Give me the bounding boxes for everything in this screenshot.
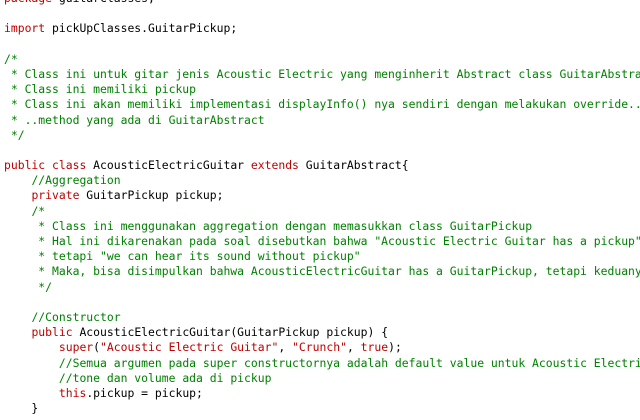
keyword-token: class	[52, 158, 87, 173]
code-line[interactable]: * Maka, bisa disimpulkan bahwa AcousticE…	[0, 264, 640, 279]
text-token: GuitarAbstract{	[298, 158, 409, 173]
text-token: AcousticElectricGuitar(GuitarPickup pick…	[72, 325, 389, 340]
text-token: guitarClasses;	[52, 0, 155, 5]
code-line[interactable]: * Class ini untuk gitar jenis Acoustic E…	[0, 67, 640, 82]
code-line[interactable]: * tetapi "we can hear its sound without …	[0, 249, 640, 264]
comment-token: * Class ini akan memiliki implementasi d…	[4, 97, 640, 112]
comment-token: * Maka, bisa disimpulkan bahwa AcousticE…	[4, 264, 640, 279]
comment-token: /*	[4, 51, 18, 66]
comment-token: //Aggregation	[31, 173, 121, 188]
code-line[interactable]: */	[0, 128, 640, 143]
code-line[interactable]: import pickUpClasses.GuitarPickup;	[0, 21, 640, 36]
comment-token: * ..method yang ada di GuitarAbstract	[4, 112, 265, 127]
code-line[interactable]: */	[0, 280, 640, 295]
text-token: }	[4, 401, 39, 416]
keyword-token: package	[4, 0, 52, 5]
code-line[interactable]: /*	[0, 204, 640, 219]
code-line[interactable]: ​	[0, 143, 640, 158]
comment-token: //Semua argumen pada super constructorny…	[58, 355, 640, 370]
comment-token: */	[4, 127, 25, 142]
code-line[interactable]: /*	[0, 52, 640, 67]
code-line[interactable]: * Hal ini dikarenakan pada soal disebutk…	[0, 234, 640, 249]
text-token: (	[93, 340, 101, 355]
code-line[interactable]: //Aggregation	[0, 173, 640, 188]
code-line[interactable]: super("Acoustic Electric Guitar", "Crunc…	[0, 340, 640, 355]
code-line[interactable]: ​	[0, 37, 640, 52]
code-line[interactable]: * Class ini menggunakan aggregation deng…	[0, 219, 640, 234]
text-token: GuitarPickup pickup;	[79, 188, 224, 203]
comment-token: * Class ini untuk gitar jenis Acoustic E…	[4, 66, 640, 81]
text-token: );	[388, 340, 402, 355]
string-token: "Crunch"	[292, 340, 347, 355]
code-line[interactable]: * Class ini memiliki pickup	[0, 82, 640, 97]
keyword-token: extends	[250, 158, 299, 173]
code-line[interactable]: * ..method yang ada di GuitarAbstract	[0, 113, 640, 128]
text-token: ,	[278, 340, 293, 355]
code-line[interactable]: //Semua argumen pada super constructorny…	[0, 356, 640, 371]
keyword-token: super	[58, 340, 94, 355]
comment-token: //Constructor	[31, 309, 121, 324]
comment-token: */	[4, 279, 53, 294]
comment-token: * Class ini memiliki pickup	[4, 82, 197, 97]
keyword-token: this	[58, 385, 87, 400]
code-line[interactable]: }	[0, 401, 640, 416]
text-token: .pickup = pickup;	[86, 385, 203, 400]
code-line[interactable]: this.pickup = pickup;	[0, 386, 640, 401]
code-line[interactable]: //tone dan volume ada di pickup	[0, 371, 640, 386]
comment-token: //tone dan volume ada di pickup	[58, 370, 272, 385]
keyword-token: public	[31, 325, 73, 340]
code-line[interactable]: ​	[0, 6, 640, 21]
code-line[interactable]: public AcousticElectricGuitar(GuitarPick…	[0, 325, 640, 340]
code-editor[interactable]: package guitarClasses;​import pickUpClas…	[0, 0, 640, 420]
keyword-token: public	[4, 158, 46, 173]
keyword-token: import	[4, 21, 46, 36]
code-line[interactable]: private GuitarPickup pickup;	[0, 188, 640, 203]
keyword-token: true	[360, 340, 389, 355]
code-line[interactable]: ​	[0, 295, 640, 310]
text-token: AcousticElectricGuitar	[86, 158, 251, 173]
code-line[interactable]: * Class ini akan memiliki implementasi d…	[0, 97, 640, 112]
text-token: ,	[346, 340, 361, 355]
keyword-token: private	[31, 188, 80, 203]
code-line[interactable]: public class AcousticElectricGuitar exte…	[0, 158, 640, 173]
comment-token: * tetapi "we can hear its sound without …	[4, 249, 361, 264]
text-token: pickUpClasses.GuitarPickup;	[45, 21, 238, 36]
string-token: "Acoustic Electric Guitar"	[100, 340, 279, 355]
comment-token: * Hal ini dikarenakan pada soal disebutk…	[4, 234, 640, 248]
comment-token: * Class ini menggunakan aggregation deng…	[4, 218, 533, 233]
code-line[interactable]: //Constructor	[0, 310, 640, 325]
comment-token: /*	[31, 203, 46, 218]
